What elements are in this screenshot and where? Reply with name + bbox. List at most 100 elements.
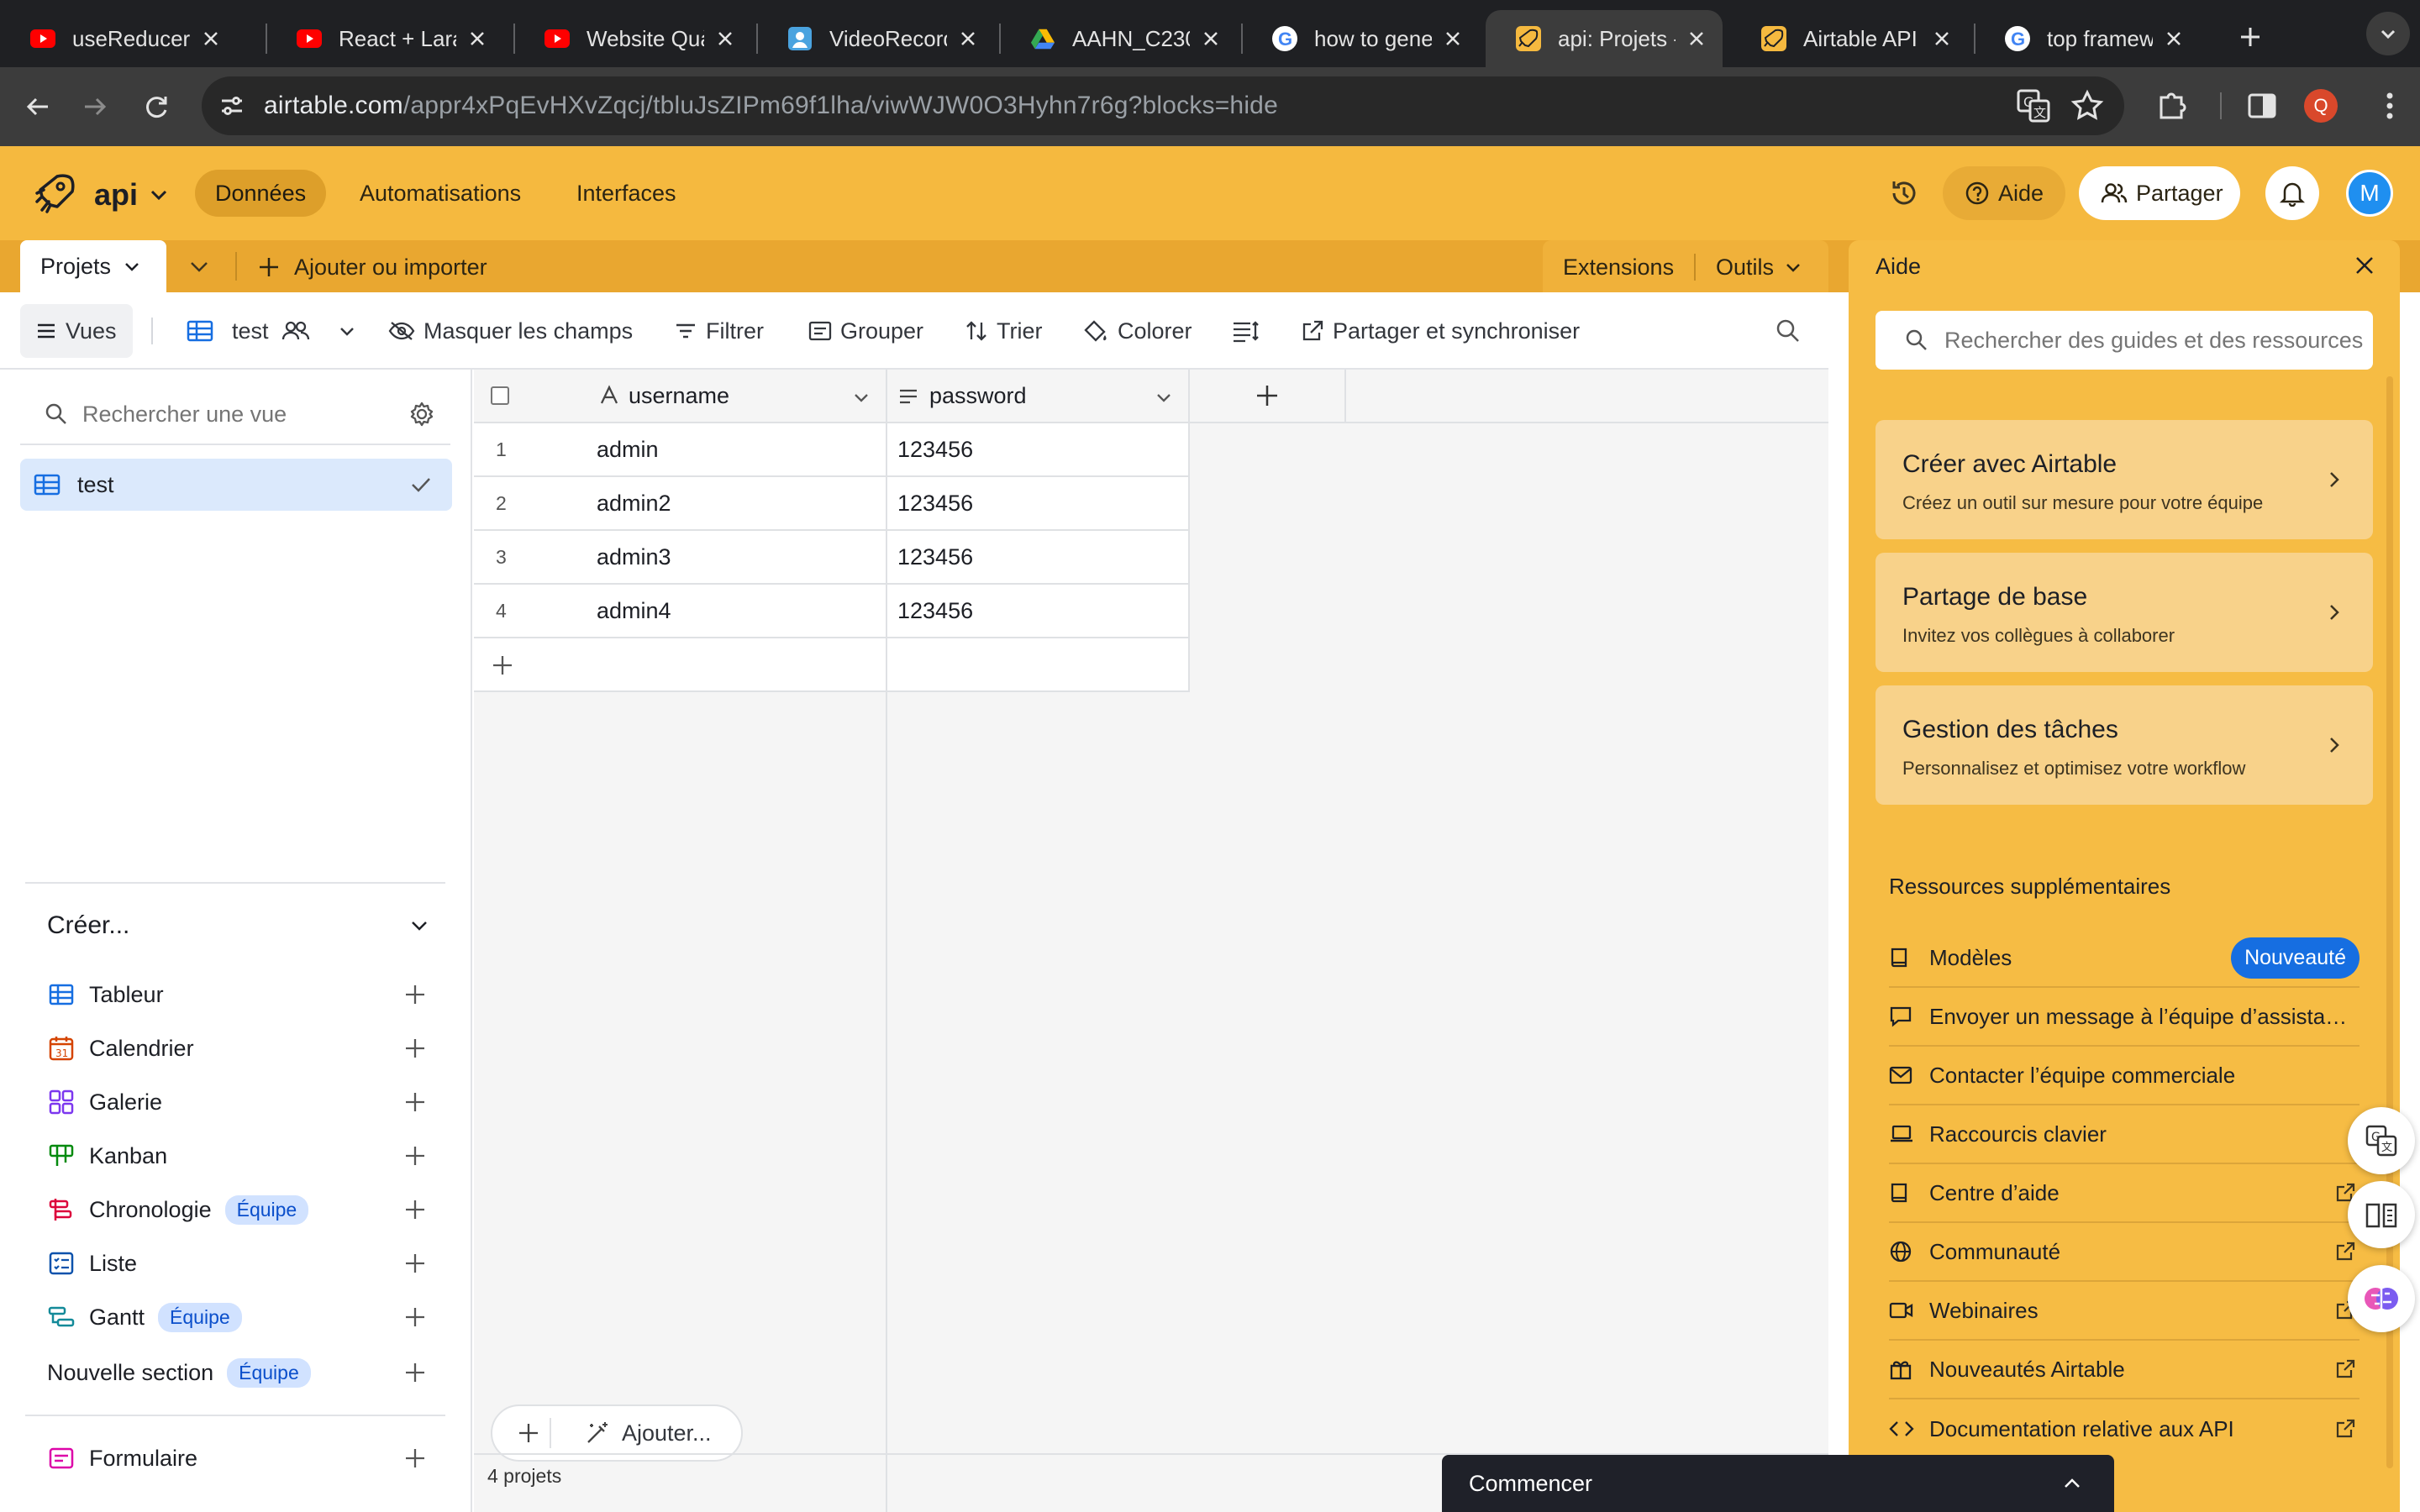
close-icon[interactable] [1440, 26, 1465, 51]
create-item[interactable]: Chronologie Équipe [47, 1184, 450, 1235]
forward-button[interactable] [74, 86, 116, 128]
browser-tab[interactable]: AAHN_C230 [1000, 10, 1237, 67]
share-button[interactable]: Partager [2079, 166, 2240, 220]
create-item[interactable]: Gantt Équipe [47, 1292, 450, 1342]
extensions-icon[interactable] [2154, 87, 2190, 123]
close-icon[interactable] [713, 26, 738, 51]
cell-password[interactable]: 123456 [887, 531, 1190, 585]
cell-password[interactable]: 123456 [887, 477, 1190, 531]
notifications-button[interactable] [2265, 166, 2319, 220]
ai-assistant-float-button[interactable] [2348, 1265, 2415, 1332]
close-icon[interactable] [1929, 26, 1954, 51]
profile-avatar[interactable]: Q [2304, 89, 2338, 123]
create-item[interactable]: Kanban [47, 1131, 450, 1181]
close-icon[interactable] [198, 26, 224, 51]
browser-tab[interactable]: React + Larav [266, 10, 503, 67]
group-button[interactable]: Grouper [808, 304, 923, 358]
browser-menu-icon[interactable] [2371, 87, 2408, 124]
browser-tab[interactable]: Website Quản [514, 10, 751, 67]
reader-float-button[interactable] [2348, 1181, 2415, 1248]
resource-link[interactable]: Raccourcis clavier [1889, 1105, 2360, 1164]
user-avatar[interactable]: M [2346, 170, 2393, 217]
resource-link[interactable]: Modèles Nouveauté [1889, 929, 2360, 988]
create-form[interactable]: Formulaire [47, 1433, 450, 1483]
column-header-username[interactable]: username [474, 370, 887, 423]
search-records-icon[interactable] [1775, 318, 1802, 344]
extensions-button[interactable]: Extensions [1563, 249, 1674, 286]
current-view-menu[interactable]: test [187, 304, 365, 358]
cell-username[interactable]: admin [597, 437, 659, 463]
browser-tab[interactable]: useReducer() [0, 10, 237, 67]
nav-automations[interactable]: Automatisations [339, 170, 541, 217]
cell-password[interactable]: 123456 [887, 423, 1190, 477]
translate-float-button[interactable]: G文 [2348, 1107, 2415, 1174]
address-bar[interactable]: airtable.com/appr4xPqEvHXvZqcj/tbluJsZIP… [202, 76, 2124, 135]
airtable-logo-icon[interactable] [32, 171, 76, 215]
history-icon[interactable] [1887, 176, 1921, 210]
view-search[interactable] [44, 393, 435, 435]
translate-icon[interactable]: G文 [2015, 87, 2052, 124]
create-item[interactable]: Liste [47, 1238, 450, 1289]
add-record-row-cell[interactable] [887, 638, 1190, 692]
new-tab-button[interactable] [2232, 18, 2269, 55]
help-search[interactable] [1876, 311, 2373, 370]
create-section-toggle[interactable]: Créer... [47, 907, 430, 944]
bookmark-star-icon[interactable] [2070, 89, 2104, 123]
browser-tab[interactable]: Airtable API - [1731, 10, 1968, 67]
hide-fields-button[interactable]: Masquer les champs [388, 304, 633, 358]
row-height-button[interactable] [1232, 304, 1269, 358]
close-help-button[interactable] [2353, 254, 2376, 277]
close-icon[interactable] [465, 26, 490, 51]
cell-password[interactable]: 123456 [887, 585, 1190, 638]
browser-tab[interactable]: VideoRecord [757, 10, 994, 67]
resource-link[interactable]: Communauté [1889, 1223, 2360, 1282]
browser-tab[interactable]: Ghow to gener [1242, 10, 1479, 67]
all-tables-dropdown[interactable] [187, 254, 212, 279]
back-button[interactable] [17, 86, 59, 128]
base-name[interactable]: api [94, 175, 170, 215]
nav-data[interactable]: Données [195, 170, 327, 217]
resource-link[interactable]: Documentation relative aux API [1889, 1399, 2360, 1458]
color-button[interactable]: Colorer [1082, 304, 1192, 358]
table-row[interactable]: 3 admin3 [474, 531, 887, 585]
table-tab-projets[interactable]: Projets [20, 240, 166, 292]
help-card[interactable]: Gestion des tâches Personnalisez et optim… [1876, 685, 2373, 805]
browser-tab[interactable]: api: Projets - [1486, 10, 1723, 67]
close-icon[interactable] [1198, 26, 1223, 51]
resource-link[interactable]: Nouveautés Airtable [1889, 1341, 2360, 1399]
help-search-input[interactable] [1944, 327, 2365, 354]
resource-link[interactable]: Envoyer un message à l’équipe d’assistan… [1889, 988, 2360, 1047]
create-item[interactable]: 31 Calendrier [47, 1023, 450, 1074]
side-panel-icon[interactable] [2245, 89, 2279, 123]
browser-tab[interactable]: Gtop framewor [1975, 10, 2200, 67]
sort-button[interactable]: Trier [965, 304, 1043, 358]
resource-link[interactable]: Centre d’aide [1889, 1164, 2360, 1223]
tab-search-button[interactable] [2366, 12, 2410, 55]
create-item[interactable]: Tableur [47, 969, 450, 1020]
nav-interfaces[interactable]: Interfaces [556, 170, 697, 217]
help-card[interactable]: Créer avec Airtable Créez un outil sur me… [1876, 420, 2373, 539]
add-ai-button[interactable]: Ajouter... [585, 1415, 712, 1452]
reload-button[interactable] [136, 86, 178, 128]
cell-username[interactable]: admin4 [597, 598, 671, 624]
add-or-import-button[interactable]: Ajouter ou importer [257, 247, 487, 287]
getting-started-bar[interactable]: Commencer [1442, 1455, 2114, 1512]
share-sync-button[interactable]: Partager et synchroniser [1301, 304, 1580, 358]
sidebar-view-test[interactable]: test [20, 459, 452, 511]
resource-link[interactable]: Contacter l’équipe commerciale [1889, 1047, 2360, 1105]
site-info-icon[interactable] [217, 91, 247, 121]
table-row[interactable]: 1 admin [474, 423, 887, 477]
add-record-row[interactable] [474, 638, 887, 692]
help-card[interactable]: Partage de base Invitez vos collègues à c… [1876, 553, 2373, 672]
create-new-section[interactable]: Nouvelle section Équipe [47, 1347, 450, 1398]
select-all-checkbox[interactable] [491, 386, 509, 405]
column-header-password[interactable]: password [887, 370, 1190, 423]
cell-username[interactable]: admin2 [597, 491, 671, 517]
tools-button[interactable]: Outils [1716, 249, 1802, 286]
help-button[interactable]: Aide [1943, 166, 2065, 220]
filter-button[interactable]: Filtrer [674, 304, 764, 358]
create-item[interactable]: Galerie [47, 1077, 450, 1127]
add-record-button[interactable] [508, 1418, 551, 1448]
view-search-input[interactable] [82, 401, 385, 428]
close-icon[interactable] [2161, 26, 2186, 51]
